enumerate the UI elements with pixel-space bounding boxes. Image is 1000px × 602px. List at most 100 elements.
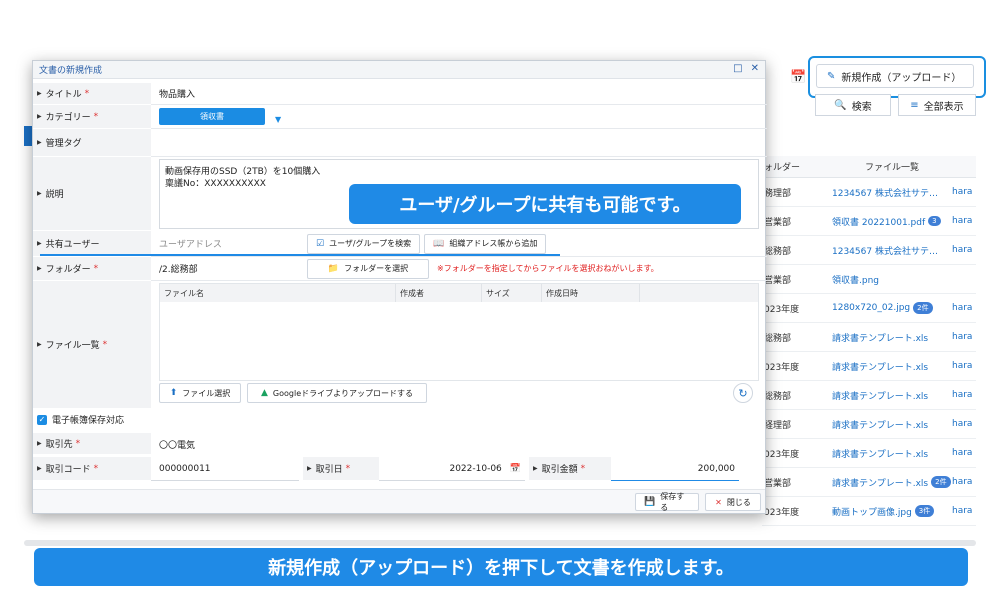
row-file-link[interactable]: 1280x720_02.jpg 2件 (824, 302, 952, 314)
row-file-link[interactable]: 請求書テンプレート.xls (824, 331, 952, 344)
tag-label: ▶ 管理タグ (33, 129, 151, 157)
amount-input[interactable]: 200,000 (611, 457, 739, 481)
share-callout: ユーザ/グループに共有も可能です。 (349, 184, 741, 224)
folder-field: /2.総務部 📁 フォルダーを選択 ※フォルダーを指定してからファイルを選択おねが… (151, 257, 767, 281)
table-row[interactable]: 総務部 1234567 株式会社サテ… hara (762, 236, 976, 265)
category-select[interactable]: 領収書 (159, 108, 265, 125)
horizontal-scrollbar[interactable] (24, 540, 976, 546)
table-row[interactable]: 営業部 請求書テンプレート.xls 2件 hara (762, 468, 976, 497)
file-name: 1280x720_02.jpg (832, 303, 911, 313)
share-label-text: 共有ユーザー (45, 240, 100, 250)
new-create-label: 新規作成（アップロード） (841, 72, 962, 84)
table-row[interactable]: 023年度 動画トップ画像.jpg 3件 hara (762, 497, 976, 526)
date-input[interactable]: 2022-10-06 📅 (379, 457, 525, 481)
amount-value: 200,000 (697, 463, 735, 474)
row-user[interactable]: hara (952, 506, 976, 516)
refresh-icon[interactable]: ↻ (733, 383, 753, 403)
row-user[interactable]: hara (952, 448, 976, 458)
row-file-link[interactable]: 1234567 株式会社サテ… (824, 186, 952, 199)
table-row[interactable]: 023年度 請求書テンプレート.xls hara (762, 439, 976, 468)
folder-select-button[interactable]: 📁 フォルダーを選択 (307, 258, 429, 279)
partner-input[interactable]: 〇〇電気 (151, 433, 767, 455)
table-row[interactable]: 営業部 領収書.png (762, 265, 976, 294)
close-icon[interactable]: ✕ (751, 63, 759, 74)
table-row[interactable]: 総務部 請求書テンプレート.xls hara (762, 381, 976, 410)
row-user[interactable]: hara (952, 390, 976, 400)
row-folder: 営業部 (764, 478, 792, 489)
row-user[interactable]: hara (952, 245, 976, 255)
calendar-icon[interactable]: 📅 (790, 70, 806, 85)
row-folder: 023年度 (764, 304, 800, 315)
user-group-search-button[interactable]: ☑ ユーザ/グループを検索 (307, 233, 421, 254)
search-button[interactable]: 🔍 検索 (815, 94, 891, 116)
table-row[interactable]: 務理部 1234567 株式会社サテ… hara (762, 178, 976, 207)
row-file-link[interactable]: 請求書テンプレート.xls 2件 (824, 476, 952, 489)
partner-label-text: 取引先 (45, 440, 73, 450)
row-folder: 総務部 (764, 333, 792, 344)
tag-label-text: 管理タグ (45, 139, 82, 149)
row-folder: 総務部 (764, 391, 792, 402)
instruction-banner: 新規作成（アップロード）を押下して文書を作成します。 (34, 548, 968, 586)
folder-note: ※フォルダーを指定してからファイルを選択おねがいします。 (437, 264, 659, 273)
banner-text: 新規作成（アップロード）を押下して文書を作成します。 (268, 558, 734, 579)
row-user[interactable]: hara (952, 216, 976, 226)
code-label: ▶ 取引コード * (33, 457, 151, 481)
save-label: 保存する (660, 492, 685, 512)
table-row[interactable]: 経理部 請求書テンプレート.xls hara (762, 410, 976, 439)
row-file-link[interactable]: 動画トップ画像.jpg 3件 (824, 505, 952, 518)
file-name: 請求書テンプレート.xls (832, 420, 929, 431)
table-row[interactable]: 総務部 請求書テンプレート.xls hara (762, 323, 976, 352)
search-icon: 🔍 (834, 99, 847, 111)
maximize-icon[interactable]: □ (733, 63, 742, 74)
new-create-button[interactable]: ✎ 新規作成（アップロード） (816, 64, 974, 88)
caret-right-icon: ▶ (37, 440, 42, 447)
tag-input[interactable] (151, 129, 767, 157)
row-file-link[interactable]: 請求書テンプレート.xls (824, 360, 952, 373)
row-user[interactable]: hara (952, 187, 976, 197)
row-user[interactable]: hara (952, 419, 976, 429)
share-input[interactable]: ユーザアドレス (159, 237, 307, 250)
google-drive-upload-button[interactable]: ▲ Googleドライブよりアップロードする (247, 383, 427, 403)
caret-right-icon: ▶ (37, 113, 42, 120)
row-user[interactable]: hara (952, 361, 976, 371)
row-file-link[interactable]: 領収書.png (824, 273, 952, 286)
file-name: 請求書テンプレート.xls (832, 449, 929, 460)
screen: 📅 ✎ 新規作成（アップロード） 🔍 検索 ≡ 全部表示 ォルダー ファイル一覧… (0, 0, 1000, 602)
share-callout-text: ユーザ/グループに共有も可能です。 (399, 195, 691, 216)
folder-label: ▶ フォルダー * (33, 257, 151, 281)
table-row[interactable]: 023年度 請求書テンプレート.xls hara (762, 352, 976, 381)
table-row[interactable]: 023年度 1280x720_02.jpg 2件 hara (762, 294, 976, 323)
close-button[interactable]: ✕ 閉じる (705, 493, 761, 511)
row-file-link[interactable]: 請求書テンプレート.xls (824, 447, 952, 460)
row-partner: ▶ 取引先 * 〇〇電気 (33, 433, 767, 455)
address-book-add-button[interactable]: 📖 組織アドレス帳から追加 (424, 233, 547, 254)
table-row[interactable]: 営業部 領収書 20221001.pdf 3 hara (762, 207, 976, 236)
row-tag: ▶ 管理タグ (33, 129, 767, 157)
row-user[interactable]: hara (952, 332, 976, 342)
files-label-text: ファイル一覧 (45, 341, 100, 351)
left-strip (24, 60, 32, 520)
partner-value: 〇〇電気 (159, 440, 196, 451)
share-add-label: 組織アドレス帳から追加 (449, 239, 538, 248)
show-all-button[interactable]: ≡ 全部表示 (898, 94, 976, 116)
file-select-button[interactable]: ⬆ ファイル選択 (159, 383, 241, 403)
row-folder: 営業部 (764, 275, 792, 286)
row-file-link[interactable]: 請求書テンプレート.xls (824, 418, 952, 431)
row-user[interactable]: hara (952, 303, 976, 313)
calendar-icon[interactable]: 📅 (510, 464, 521, 474)
row-file-link[interactable]: 領収書 20221001.pdf 3 (824, 215, 952, 228)
code-input[interactable]: 000000011 (151, 457, 299, 481)
row-folder: 経理部 (764, 420, 792, 431)
caret-right-icon: ▶ (37, 139, 42, 146)
file-buttons: ⬆ ファイル選択 ▲ Googleドライブよりアップロードする (159, 383, 427, 403)
checkbox-checked-icon[interactable]: ✓ (37, 414, 47, 425)
row-file-link[interactable]: 1234567 株式会社サテ… (824, 244, 952, 257)
count-badge: 2件 (931, 476, 951, 488)
row-user[interactable]: hara (952, 477, 976, 487)
row-file-link[interactable]: 請求書テンプレート.xls (824, 389, 952, 402)
chevron-down-icon[interactable]: ▼ (275, 115, 281, 124)
title-input[interactable]: 物品購入 (151, 83, 767, 105)
save-button[interactable]: 💾 保存する (635, 492, 699, 512)
ebook-checkbox-row[interactable]: ✓ 電子帳簿保存対応 (37, 413, 124, 426)
show-all-label: 全部表示 (923, 101, 964, 113)
